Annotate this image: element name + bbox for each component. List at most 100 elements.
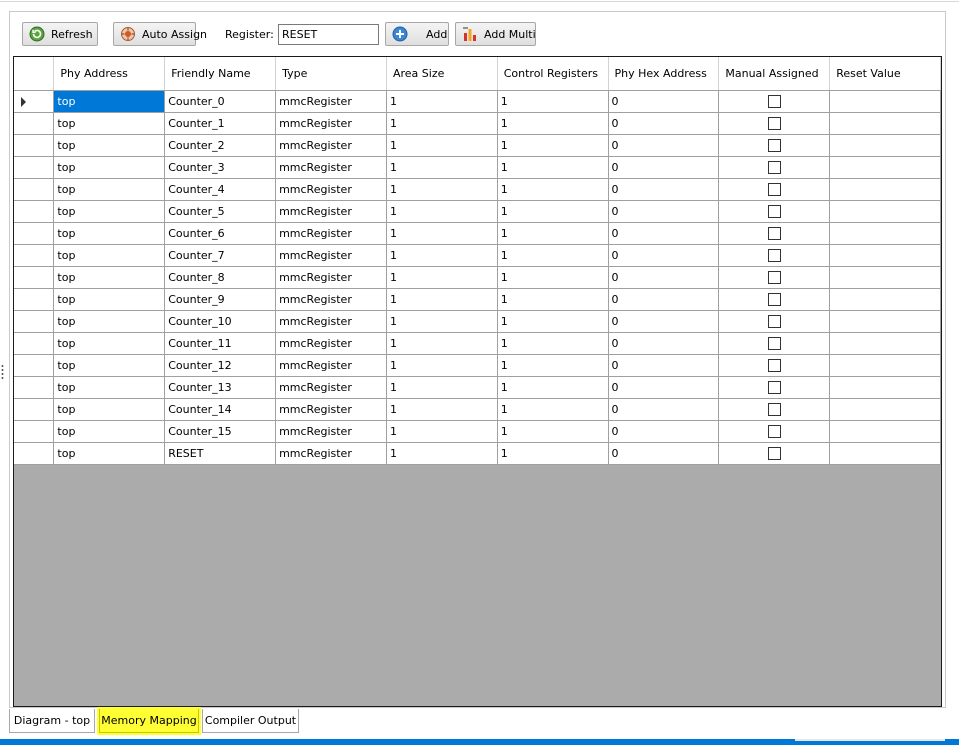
add-multi-button[interactable]: Add Multi xyxy=(455,22,536,46)
type-cell[interactable]: mmcRegister xyxy=(275,156,387,179)
area-size-cell[interactable]: 1 xyxy=(386,266,498,289)
area-size-cell[interactable]: 1 xyxy=(386,222,498,245)
friendly-name-cell[interactable]: Counter_15 xyxy=(164,420,277,443)
reset-value-cell[interactable] xyxy=(829,244,941,267)
friendly-name-cell[interactable]: Counter_9 xyxy=(164,288,277,311)
row-header[interactable] xyxy=(14,310,55,333)
column-header-control-registers[interactable]: Control Registers xyxy=(497,57,609,91)
phy-address-cell[interactable]: top xyxy=(53,398,166,421)
table-row[interactable]: top Counter_4 mmcRegister 1 1 0 xyxy=(14,178,941,201)
column-header-friendly-name[interactable]: Friendly Name xyxy=(164,57,277,91)
manual-assigned-checkbox[interactable] xyxy=(767,182,781,196)
row-header[interactable] xyxy=(14,112,55,135)
row-header[interactable] xyxy=(14,200,55,223)
reset-value-cell[interactable] xyxy=(829,376,941,399)
area-size-cell[interactable]: 1 xyxy=(386,354,498,377)
area-size-cell[interactable]: 1 xyxy=(386,178,498,201)
type-cell[interactable]: mmcRegister xyxy=(275,310,387,333)
area-size-cell[interactable]: 1 xyxy=(386,134,498,157)
table-row[interactable]: top Counter_15 mmcRegister 1 1 0 xyxy=(14,420,941,443)
control-registers-cell[interactable]: 1 xyxy=(497,90,609,113)
phy-hex-address-cell[interactable]: 0 xyxy=(608,134,720,157)
control-registers-cell[interactable]: 1 xyxy=(497,244,609,267)
table-row[interactable]: top Counter_11 mmcRegister 1 1 0 xyxy=(14,332,941,355)
area-size-cell[interactable]: 1 xyxy=(386,112,498,135)
type-cell[interactable]: mmcRegister xyxy=(275,266,387,289)
reset-value-cell[interactable] xyxy=(829,178,941,201)
type-cell[interactable]: mmcRegister xyxy=(275,90,387,113)
control-registers-cell[interactable]: 1 xyxy=(497,420,609,443)
manual-assigned-checkbox[interactable] xyxy=(767,160,781,174)
type-cell[interactable]: mmcRegister xyxy=(275,332,387,355)
type-cell[interactable]: mmcRegister xyxy=(275,420,387,443)
column-header-area-size[interactable]: Area Size xyxy=(386,57,498,91)
phy-hex-address-cell[interactable]: 0 xyxy=(608,90,720,113)
phy-address-cell[interactable]: top xyxy=(53,134,166,157)
row-header[interactable] xyxy=(14,420,55,443)
phy-address-cell[interactable]: top xyxy=(53,354,166,377)
reset-value-cell[interactable] xyxy=(829,420,941,443)
area-size-cell[interactable]: 1 xyxy=(386,288,498,311)
table-row[interactable]: top Counter_1 mmcRegister 1 1 0 xyxy=(14,112,941,135)
manual-assigned-checkbox[interactable] xyxy=(767,138,781,152)
control-registers-cell[interactable]: 1 xyxy=(497,222,609,245)
table-row[interactable]: top Counter_3 mmcRegister 1 1 0 xyxy=(14,156,941,179)
control-registers-cell[interactable]: 1 xyxy=(497,376,609,399)
area-size-cell[interactable]: 1 xyxy=(386,156,498,179)
table-row[interactable]: top Counter_13 mmcRegister 1 1 0 xyxy=(14,376,941,399)
reset-value-cell[interactable] xyxy=(829,156,941,179)
friendly-name-cell[interactable]: Counter_4 xyxy=(164,178,277,201)
table-row[interactable]: top RESET mmcRegister 1 1 0 xyxy=(14,442,941,465)
area-size-cell[interactable]: 1 xyxy=(386,90,498,113)
phy-address-cell[interactable]: top xyxy=(53,90,166,113)
type-cell[interactable]: mmcRegister xyxy=(275,244,387,267)
manual-assigned-checkbox[interactable] xyxy=(767,248,781,262)
column-header-phy-address[interactable]: Phy Address xyxy=(53,57,166,91)
manual-assigned-checkbox[interactable] xyxy=(767,336,781,350)
reset-value-cell[interactable] xyxy=(829,200,941,223)
friendly-name-cell[interactable]: Counter_7 xyxy=(164,244,277,267)
control-registers-cell[interactable]: 1 xyxy=(497,134,609,157)
row-header[interactable] xyxy=(14,90,55,113)
phy-hex-address-cell[interactable]: 0 xyxy=(608,310,720,333)
friendly-name-cell[interactable]: Counter_14 xyxy=(164,398,277,421)
manual-assigned-checkbox[interactable] xyxy=(767,380,781,394)
reset-value-cell[interactable] xyxy=(829,310,941,333)
phy-address-cell[interactable]: top xyxy=(53,200,166,223)
row-header[interactable] xyxy=(14,156,55,179)
type-cell[interactable]: mmcRegister xyxy=(275,200,387,223)
friendly-name-cell[interactable]: Counter_12 xyxy=(164,354,277,377)
type-cell[interactable]: mmcRegister xyxy=(275,398,387,421)
phy-hex-address-cell[interactable]: 0 xyxy=(608,442,720,465)
friendly-name-cell[interactable]: Counter_11 xyxy=(164,332,277,355)
type-cell[interactable]: mmcRegister xyxy=(275,112,387,135)
control-registers-cell[interactable]: 1 xyxy=(497,442,609,465)
type-cell[interactable]: mmcRegister xyxy=(275,222,387,245)
row-header[interactable] xyxy=(14,288,55,311)
area-size-cell[interactable]: 1 xyxy=(386,442,498,465)
table-row[interactable]: top Counter_2 mmcRegister 1 1 0 xyxy=(14,134,941,157)
phy-hex-address-cell[interactable]: 0 xyxy=(608,200,720,223)
area-size-cell[interactable]: 1 xyxy=(386,398,498,421)
area-size-cell[interactable]: 1 xyxy=(386,376,498,399)
row-header[interactable] xyxy=(14,332,55,355)
phy-address-cell[interactable]: top xyxy=(53,222,166,245)
type-cell[interactable]: mmcRegister xyxy=(275,376,387,399)
control-registers-cell[interactable]: 1 xyxy=(497,112,609,135)
register-input[interactable] xyxy=(278,24,379,45)
friendly-name-cell[interactable]: Counter_13 xyxy=(164,376,277,399)
phy-address-cell[interactable]: top xyxy=(53,442,166,465)
column-header-reset-value[interactable]: Reset Value xyxy=(829,57,941,91)
splitter-grip-icon[interactable] xyxy=(1,364,4,380)
row-header[interactable] xyxy=(14,398,55,421)
control-registers-cell[interactable]: 1 xyxy=(497,288,609,311)
table-row[interactable]: top Counter_7 mmcRegister 1 1 0 xyxy=(14,244,941,267)
area-size-cell[interactable]: 1 xyxy=(386,332,498,355)
table-row[interactable]: top Counter_12 mmcRegister 1 1 0 xyxy=(14,354,941,377)
phy-address-cell[interactable]: top xyxy=(53,420,166,443)
friendly-name-cell[interactable]: Counter_0 xyxy=(164,90,277,113)
reset-value-cell[interactable] xyxy=(829,134,941,157)
phy-address-cell[interactable]: top xyxy=(53,332,166,355)
table-row[interactable]: top Counter_9 mmcRegister 1 1 0 xyxy=(14,288,941,311)
phy-address-cell[interactable]: top xyxy=(53,266,166,289)
